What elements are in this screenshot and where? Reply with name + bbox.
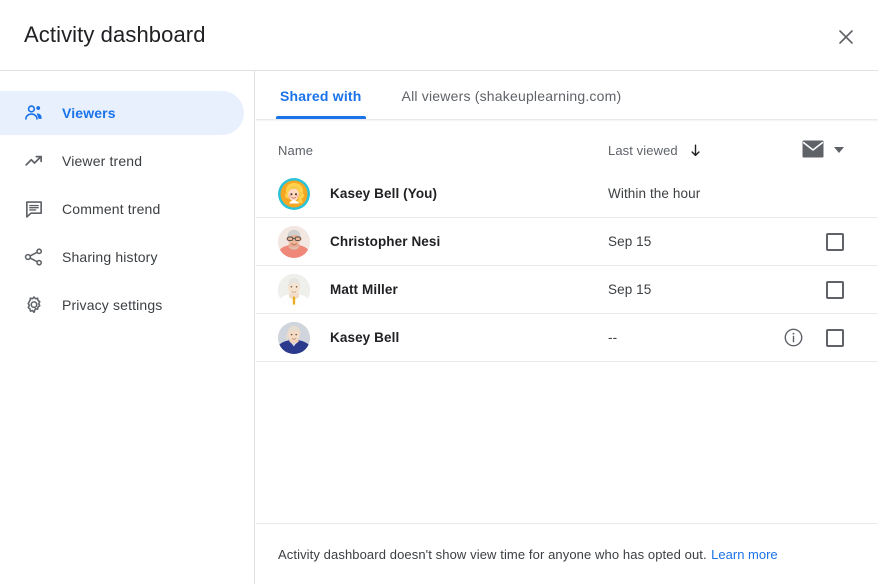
close-button[interactable] [826, 17, 866, 57]
avatar [278, 225, 310, 258]
sidebar-item-label: Comment trend [62, 201, 161, 217]
sidebar-item-sharing-history[interactable]: Sharing history [0, 235, 244, 279]
tab-shared-with[interactable]: Shared with [276, 73, 366, 119]
close-icon [836, 27, 856, 47]
learn-more-link[interactable]: Learn more [711, 547, 777, 562]
sidebar-item-viewer-trend[interactable]: Viewer trend [0, 139, 244, 183]
gear-icon [22, 293, 46, 317]
table-header-row: Name Last viewed [256, 130, 878, 170]
info-icon[interactable] [782, 327, 804, 349]
arrow-down-icon [688, 143, 703, 158]
footer-note: Activity dashboard doesn't show view tim… [278, 546, 707, 562]
row-name: Kasey Bell (You) [330, 186, 438, 201]
tab-label: Shared with [280, 88, 362, 104]
row-actions [768, 279, 878, 301]
info-placeholder [782, 279, 804, 301]
comment-icon [22, 197, 46, 221]
sidebar-item-viewers[interactable]: Viewers [0, 91, 244, 135]
row-checkbox[interactable] [826, 328, 844, 347]
table-row[interactable]: Matt Miller Sep 15 [256, 266, 878, 314]
row-actions [768, 231, 878, 253]
table-row[interactable]: Christopher Nesi Sep 15 [256, 218, 878, 266]
avatar [278, 321, 310, 354]
avatar [278, 273, 310, 306]
sidebar-item-label: Viewer trend [62, 153, 143, 169]
row-checkbox[interactable] [826, 280, 844, 299]
sidebar-item-label: Viewers [62, 105, 116, 121]
sidebar-item-label: Sharing history [62, 249, 158, 265]
column-header-actions [768, 140, 878, 161]
share-icon [22, 245, 46, 269]
table-row[interactable]: Kasey Bell -- [256, 314, 878, 362]
sidebar: Viewers Viewer trend Comment trend Shari… [0, 71, 255, 584]
main-panel: Shared with All viewers (shakeuplearning… [256, 71, 878, 584]
dialog-header: Activity dashboard [0, 0, 878, 71]
row-last-viewed: -- [608, 330, 618, 345]
row-actions [768, 327, 878, 349]
row-last-viewed: Sep 15 [608, 282, 652, 297]
activity-dashboard-dialog: Activity dashboard Viewers Viewer trend … [0, 0, 878, 584]
mail-icon [802, 140, 824, 161]
row-last-viewed: Within the hour [608, 186, 701, 201]
people-icon [22, 101, 46, 125]
row-name: Matt Miller [330, 282, 398, 297]
tab-bar: Shared with All viewers (shakeuplearning… [256, 71, 878, 119]
row-checkbox[interactable] [826, 232, 844, 251]
sidebar-item-privacy-settings[interactable]: Privacy settings [0, 283, 244, 327]
sidebar-item-label: Privacy settings [62, 297, 163, 313]
sidebar-item-comment-trend[interactable]: Comment trend [0, 187, 244, 231]
email-viewers-button[interactable] [802, 140, 824, 161]
row-last-viewed: Sep 15 [608, 234, 652, 249]
table-row[interactable]: Kasey Bell (You) Within the hour [256, 170, 878, 218]
page-title: Activity dashboard [24, 22, 206, 47]
column-header-last-viewed-label: Last viewed [608, 142, 678, 158]
avatar [278, 177, 310, 210]
row-name: Kasey Bell [330, 330, 400, 345]
column-header-name: Name [278, 142, 314, 158]
trending-up-icon [22, 149, 46, 173]
dialog-footer: Activity dashboard doesn't show view tim… [256, 523, 878, 584]
chevron-down-icon[interactable] [834, 147, 844, 153]
row-name: Christopher Nesi [330, 234, 441, 249]
viewers-table: Name Last viewed Kasey Bell (You) Within… [256, 122, 878, 526]
column-header-last-viewed[interactable]: Last viewed [608, 143, 768, 158]
tab-all-viewers[interactable]: All viewers (shakeuplearning.com) [398, 73, 626, 119]
info-placeholder [782, 231, 804, 253]
tab-label: All viewers (shakeuplearning.com) [401, 88, 622, 104]
